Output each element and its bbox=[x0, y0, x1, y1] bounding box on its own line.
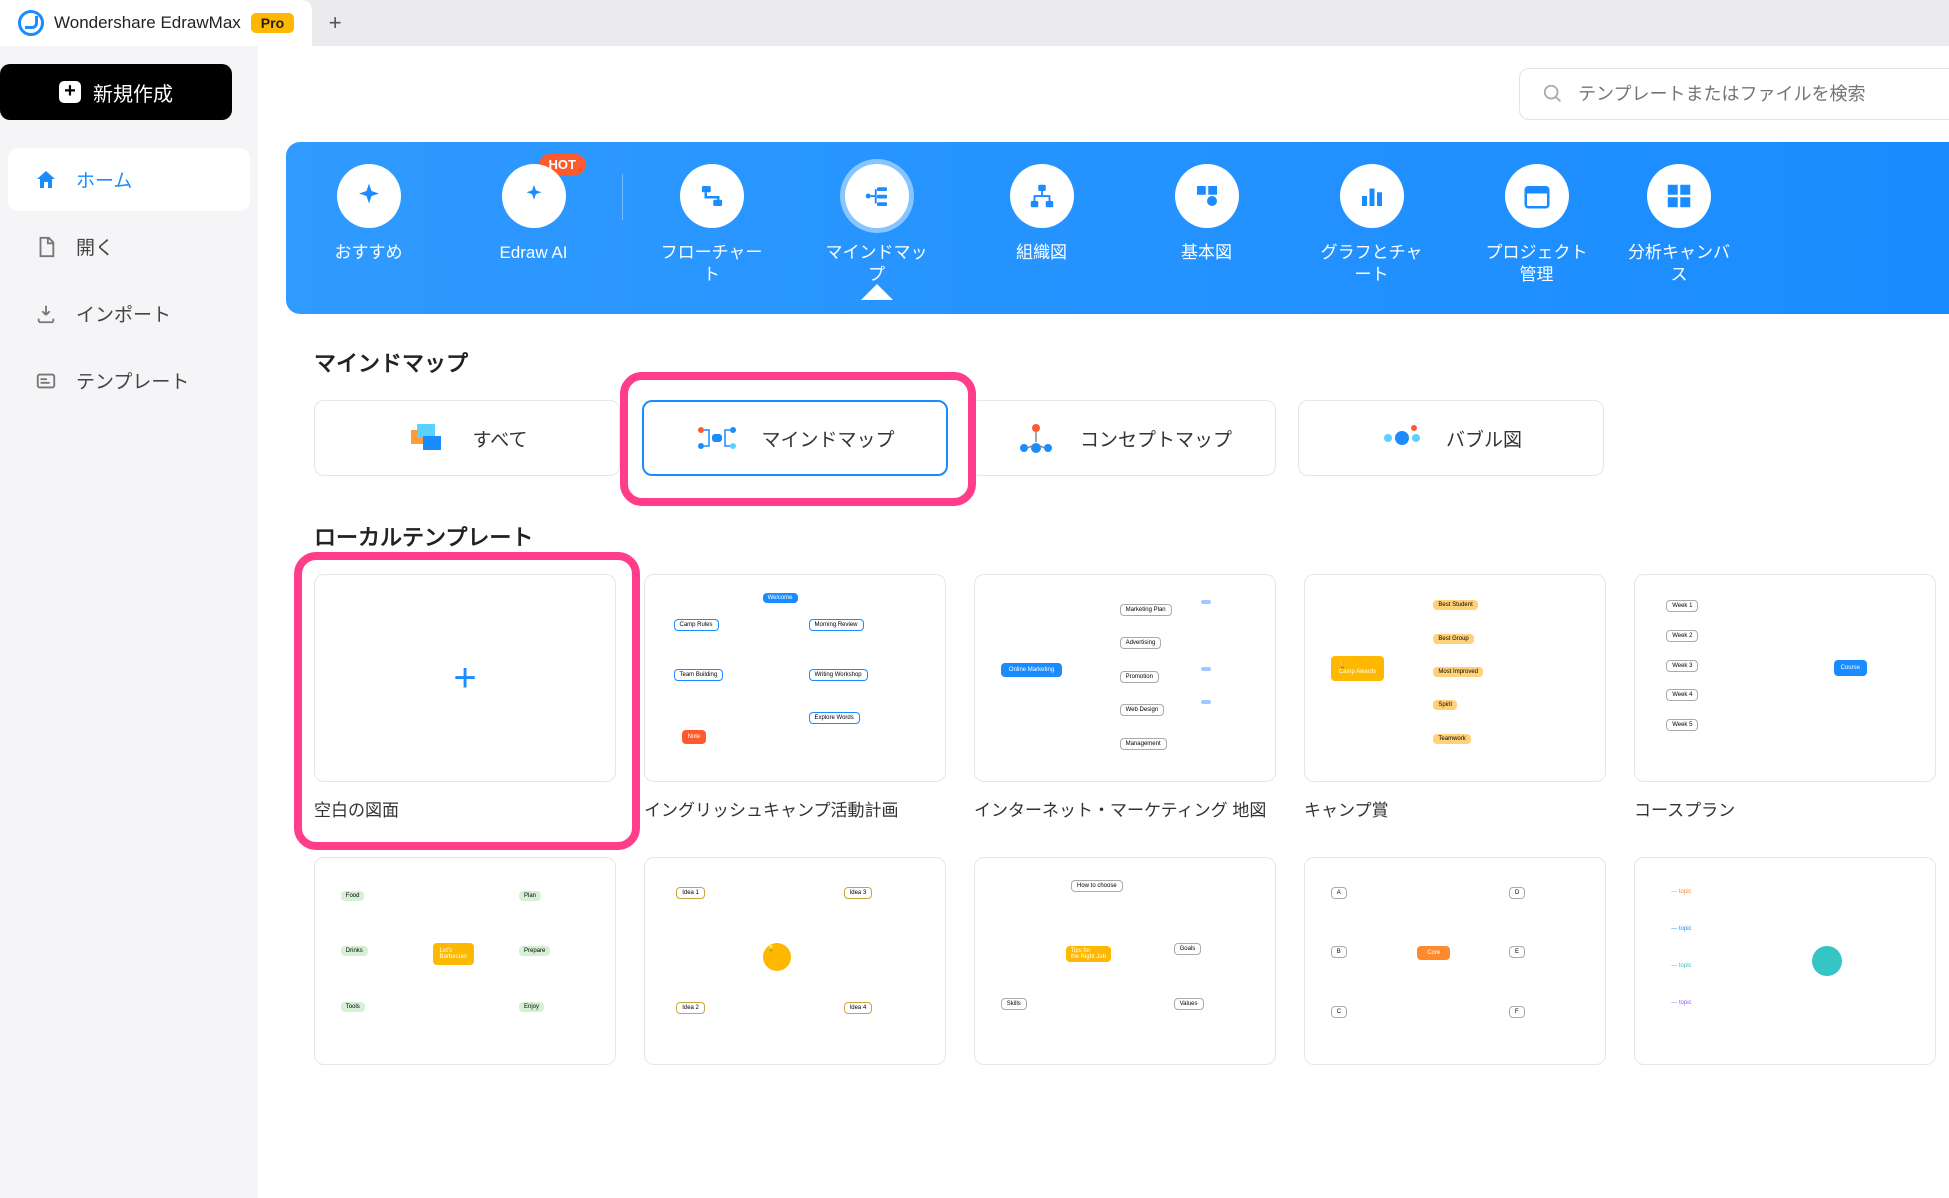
filter-label: コンセプトマップ bbox=[1080, 425, 1232, 452]
category-recommended[interactable]: おすすめ bbox=[286, 164, 451, 264]
template-internet-marketing[interactable]: Online Marketing Marketing Plan Advertis… bbox=[974, 574, 1276, 821]
flowchart-icon bbox=[697, 181, 727, 211]
template-course-plan[interactable]: Course Week 1 Week 2 Week 3 Week 4 Week … bbox=[1634, 574, 1936, 821]
filter-row: すべて マインドマップ コンセプトマップ バブル図 bbox=[314, 400, 1949, 476]
category-flowchart[interactable]: フローチャート bbox=[629, 164, 794, 286]
category-mindmap[interactable]: マインドマップ bbox=[794, 164, 959, 286]
category-label: 分析キャンバス bbox=[1624, 242, 1734, 286]
bubble-chart-icon bbox=[1380, 418, 1424, 458]
section-title-mindmap: マインドマップ bbox=[314, 346, 1949, 378]
plus-square-icon bbox=[59, 81, 81, 103]
template-item[interactable]: — topic — topic — topic — topic bbox=[1634, 857, 1936, 1065]
ai-sparkle-icon bbox=[519, 181, 549, 211]
template-label: コースプラン bbox=[1634, 796, 1936, 821]
category-chart[interactable]: グラフとチャート bbox=[1289, 164, 1454, 286]
template-blank[interactable]: + 空白の図面 bbox=[314, 574, 616, 821]
category-analysis[interactable]: 分析キャンバス bbox=[1619, 164, 1739, 286]
shapes-icon bbox=[1192, 181, 1222, 211]
template-camp-award[interactable]: 🏆Camp Awards Best Student Best Group Mos… bbox=[1304, 574, 1606, 821]
file-icon bbox=[34, 235, 58, 259]
filter-concept[interactable]: コンセプトマップ bbox=[970, 400, 1276, 476]
plus-icon: + bbox=[329, 10, 342, 36]
orgchart-icon bbox=[1027, 181, 1057, 211]
sparkle-icon bbox=[354, 181, 384, 211]
category-label: マインドマップ bbox=[822, 242, 932, 286]
sidebar-item-label: 開く bbox=[76, 233, 114, 260]
template-label: 空白の図面 bbox=[314, 796, 616, 821]
template-item[interactable]: Let'sBarbecue! Food Drinks Tools Plan Pr… bbox=[314, 857, 616, 1065]
concept-map-icon bbox=[1014, 418, 1058, 458]
sidebar-item-home[interactable]: ホーム bbox=[8, 148, 250, 211]
filter-label: バブル図 bbox=[1446, 425, 1522, 452]
category-label: 基本図 bbox=[1181, 242, 1232, 264]
category-bar: おすすめ HOT Edraw AI フローチャート マインドマップ 組織図 bbox=[286, 142, 1949, 314]
new-tab-button[interactable]: + bbox=[312, 0, 358, 46]
bar-chart-icon bbox=[1357, 181, 1387, 211]
category-label: おすすめ bbox=[335, 242, 403, 264]
filter-all[interactable]: すべて bbox=[314, 400, 620, 476]
download-icon bbox=[34, 302, 58, 326]
category-label: Edraw AI bbox=[499, 242, 567, 264]
pro-badge: Pro bbox=[251, 13, 294, 33]
search-icon bbox=[1542, 83, 1564, 105]
template-label: インターネット・マーケティング 地図 bbox=[974, 796, 1276, 821]
template-label: イングリッシュキャンプ活動計画 bbox=[644, 796, 946, 821]
plus-icon: + bbox=[453, 656, 476, 701]
category-label: フローチャート bbox=[657, 242, 767, 286]
sidebar-item-label: インポート bbox=[76, 300, 171, 327]
template-grid-row1: + 空白の図面 Welcome Camp Rules Morning Revie… bbox=[314, 574, 1949, 821]
template-grid-row2: Let'sBarbecue! Food Drinks Tools Plan Pr… bbox=[314, 857, 1949, 1065]
content-scroll: マインドマップ すべて マインドマップ コンセプトマップ bbox=[258, 314, 1949, 1198]
category-basic[interactable]: 基本図 bbox=[1124, 164, 1289, 264]
category-label: プロジェクト管理 bbox=[1482, 242, 1592, 286]
grid-icon bbox=[1664, 181, 1694, 211]
app-logo-icon bbox=[18, 10, 44, 36]
new-button-label: 新規作成 bbox=[93, 78, 173, 107]
sidebar-item-import[interactable]: インポート bbox=[8, 282, 250, 345]
sidebar-item-template[interactable]: テンプレート bbox=[8, 349, 250, 412]
template-item[interactable]: 💡 Idea 1 Idea 2 Idea 3 Idea 4 bbox=[644, 857, 946, 1065]
filter-label: マインドマップ bbox=[761, 425, 894, 452]
filter-bubble[interactable]: バブル図 bbox=[1298, 400, 1604, 476]
template-icon bbox=[34, 369, 58, 393]
all-shapes-icon bbox=[407, 418, 451, 458]
category-edraw-ai[interactable]: HOT Edraw AI bbox=[451, 164, 616, 264]
app-tab[interactable]: Wondershare EdrawMax Pro bbox=[0, 0, 312, 46]
search-box[interactable] bbox=[1519, 68, 1949, 120]
titlebar: Wondershare EdrawMax Pro + bbox=[0, 0, 1949, 46]
home-icon bbox=[34, 168, 58, 192]
sidebar-item-label: テンプレート bbox=[76, 367, 189, 394]
main-area: おすすめ HOT Edraw AI フローチャート マインドマップ 組織図 bbox=[258, 46, 1949, 1198]
selected-arrow-icon bbox=[861, 284, 893, 300]
sidebar: 新規作成 ホーム 開く インポート テンプレート bbox=[0, 46, 258, 1198]
new-document-button[interactable]: 新規作成 bbox=[0, 64, 232, 120]
template-label: キャンプ賞 bbox=[1304, 796, 1606, 821]
filter-mindmap[interactable]: マインドマップ bbox=[642, 400, 948, 476]
category-label: 組織図 bbox=[1016, 242, 1067, 264]
template-item[interactable]: How to choose Tips forthe Right Job Skil… bbox=[974, 857, 1276, 1065]
mindmap-small-icon bbox=[695, 418, 739, 458]
category-project[interactable]: プロジェクト管理 bbox=[1454, 164, 1619, 286]
filter-label: すべて bbox=[473, 425, 528, 452]
calendar-icon bbox=[1522, 181, 1552, 211]
section-title-local: ローカルテンプレート bbox=[314, 520, 1949, 552]
app-title: Wondershare EdrawMax bbox=[54, 13, 241, 33]
template-item[interactable]: Core A B C D E F bbox=[1304, 857, 1606, 1065]
separator bbox=[622, 174, 623, 220]
sidebar-item-label: ホーム bbox=[76, 166, 132, 193]
mindmap-icon bbox=[862, 181, 892, 211]
category-label: グラフとチャート bbox=[1317, 242, 1427, 286]
search-input[interactable] bbox=[1578, 84, 1936, 105]
sidebar-item-open[interactable]: 開く bbox=[8, 215, 250, 278]
template-english-camp[interactable]: Welcome Camp Rules Morning Review Team B… bbox=[644, 574, 946, 821]
category-orgchart[interactable]: 組織図 bbox=[959, 164, 1124, 264]
